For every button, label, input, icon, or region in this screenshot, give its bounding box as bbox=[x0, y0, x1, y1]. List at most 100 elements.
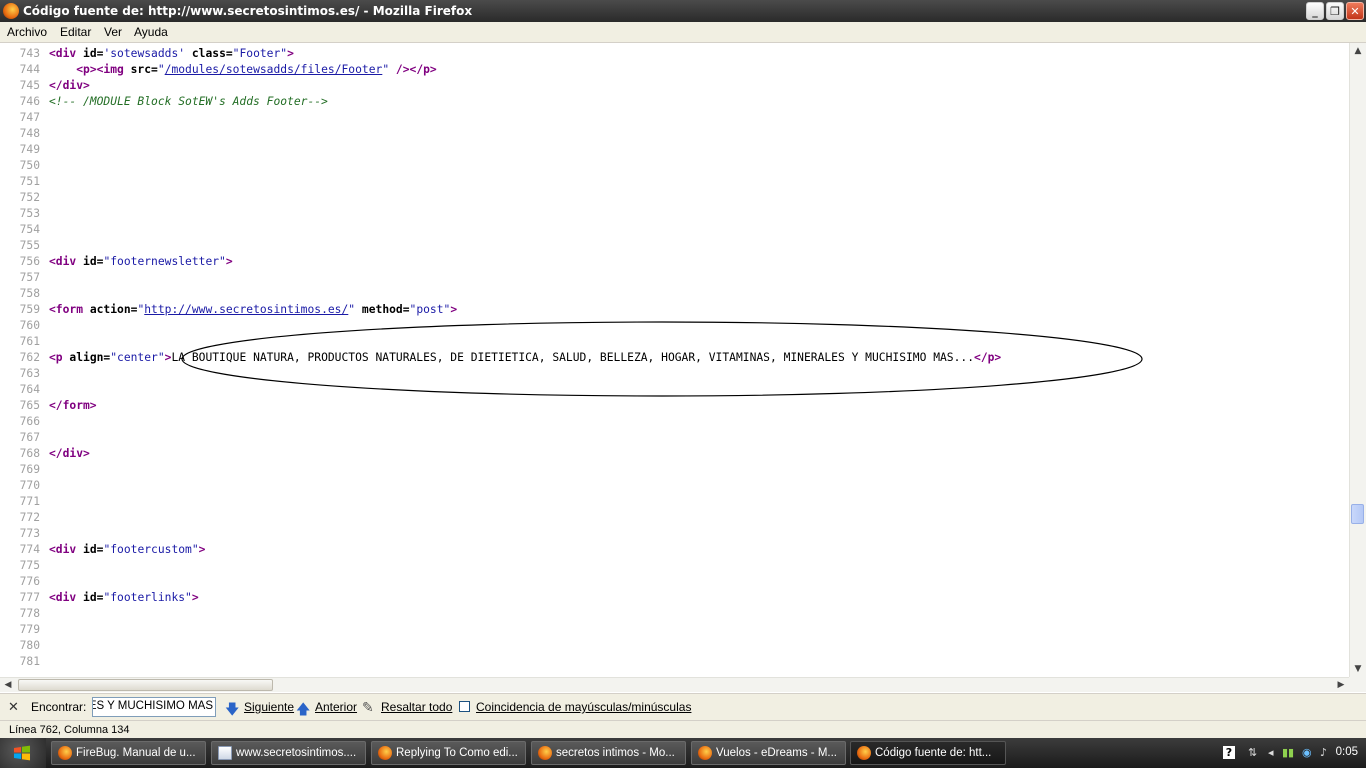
scroll-up-arrow-icon[interactable]: ▲ bbox=[1350, 43, 1366, 59]
start-button[interactable] bbox=[0, 738, 46, 768]
source-token: "footernewsletter" bbox=[103, 255, 226, 268]
line-number: 747 bbox=[19, 111, 40, 124]
taskbar-item-label: Vuelos - eDreams - M... bbox=[716, 747, 837, 759]
line-number: 744 bbox=[19, 63, 40, 76]
find-close-icon[interactable]: ✕ bbox=[8, 699, 19, 715]
line-number: 780 bbox=[19, 639, 40, 652]
connection-icon[interactable]: ◉ bbox=[1302, 746, 1312, 759]
find-input[interactable]: ALES Y MUCHISIMO MAS bbox=[92, 697, 216, 717]
source-line: 772 bbox=[0, 510, 1340, 526]
close-button[interactable]: ✕ bbox=[1346, 2, 1364, 20]
line-number: 762 bbox=[19, 351, 40, 364]
source-token: > bbox=[198, 543, 206, 556]
title-bar[interactable]: Código fuente de: http://www.secretosint… bbox=[0, 0, 1366, 22]
status-bar: Línea 762, Columna 134 bbox=[0, 720, 1366, 739]
source-line: 758 bbox=[0, 286, 1340, 302]
firefox-icon bbox=[3, 3, 19, 19]
source-link[interactable]: http://www.secretosintimos.es/ bbox=[144, 303, 348, 316]
source-token: > bbox=[191, 591, 199, 604]
source-line: 770 bbox=[0, 478, 1340, 494]
source-token: </div> bbox=[49, 79, 90, 92]
find-previous-button[interactable]: Anterior bbox=[315, 700, 357, 714]
taskbar-item[interactable]: Replying To Como edi... bbox=[371, 741, 526, 765]
source-line: 762 <p align="center">LA BOUTIQUE NATURA,… bbox=[0, 350, 1340, 366]
line-number: 766 bbox=[19, 415, 40, 428]
line-number: 767 bbox=[19, 431, 40, 444]
source-token: > bbox=[225, 255, 233, 268]
match-case-label[interactable]: Coincidencia de mayúsculas/minúsculas bbox=[476, 700, 691, 714]
menu-ver[interactable]: Ver bbox=[104, 25, 122, 39]
line-number: 745 bbox=[19, 79, 40, 92]
source-link[interactable]: /modules/sotewsadds/files/Footer bbox=[165, 63, 383, 76]
minimize-button[interactable]: _ bbox=[1306, 2, 1324, 20]
volume-icon[interactable]: ♪ bbox=[1320, 746, 1327, 759]
tray-arrow-icon[interactable]: ⇅ bbox=[1248, 746, 1257, 759]
source-token: id= bbox=[76, 255, 104, 268]
taskbar-item[interactable]: FireBug. Manual de u... bbox=[51, 741, 206, 765]
source-token: 'sotewsadds' bbox=[103, 47, 186, 60]
source-token: action= bbox=[83, 303, 138, 316]
line-number: 776 bbox=[19, 575, 40, 588]
find-next-button[interactable]: Siguiente bbox=[244, 700, 294, 714]
source-line: 778 bbox=[0, 606, 1340, 622]
find-next-label: Siguiente bbox=[244, 700, 295, 714]
source-token: <!-- /MODULE Block SotEW's Adds Footer--… bbox=[49, 95, 328, 108]
scroll-down-arrow-icon[interactable]: ▼ bbox=[1350, 661, 1366, 677]
find-label: Encontrar: bbox=[31, 700, 87, 714]
menu-archivo[interactable]: Archivo bbox=[7, 25, 47, 39]
taskbar-item[interactable]: www.secretosintimos.... bbox=[211, 741, 366, 765]
source-token: <div bbox=[49, 255, 77, 268]
line-number: 763 bbox=[19, 367, 40, 380]
taskbar-item-label: Replying To Como edi... bbox=[396, 747, 518, 759]
taskbar: FireBug. Manual de u... www.secretosintim… bbox=[0, 738, 1366, 768]
menu-editar[interactable]: Editar bbox=[60, 25, 91, 39]
help-icon[interactable]: ? bbox=[1223, 746, 1235, 759]
firefox-icon bbox=[538, 746, 552, 760]
tray-expand-icon[interactable]: ◂ bbox=[1268, 746, 1274, 759]
network-icon[interactable]: ▮▮ bbox=[1282, 746, 1294, 759]
source-token: "Footer" bbox=[232, 47, 288, 60]
highlighter-icon[interactable]: ✎ bbox=[362, 699, 374, 716]
line-number: 779 bbox=[19, 623, 40, 636]
taskbar-item[interactable]: Vuelos - eDreams - M... bbox=[691, 741, 846, 765]
maximize-button[interactable]: ❐ bbox=[1326, 2, 1344, 20]
source-line: 776 bbox=[0, 574, 1340, 590]
line-number: 758 bbox=[19, 287, 40, 300]
highlight-all-button[interactable]: Resaltar todo bbox=[381, 700, 452, 714]
match-case-checkbox[interactable] bbox=[459, 701, 470, 712]
line-number: 768 bbox=[19, 447, 40, 460]
taskbar-item-label: secretos intimos - Mo... bbox=[556, 747, 675, 759]
line-number: 759 bbox=[19, 303, 40, 316]
scroll-left-arrow-icon[interactable]: ◀ bbox=[0, 678, 16, 692]
line-number: 754 bbox=[19, 223, 40, 236]
taskbar-item-label: www.secretosintimos.... bbox=[236, 747, 357, 759]
source-token: <form bbox=[49, 303, 84, 316]
source-line: 767 bbox=[0, 430, 1340, 446]
source-line: 745 </div> bbox=[0, 78, 1340, 94]
firefox-icon bbox=[378, 746, 392, 760]
vertical-scrollbar[interactable]: ▲ ▼ bbox=[1349, 43, 1366, 677]
taskbar-item[interactable]: Código fuente de: htt... bbox=[850, 741, 1006, 765]
source-line: 749 bbox=[0, 142, 1340, 158]
source-token: align= bbox=[62, 351, 111, 364]
taskbar-item[interactable]: secretos intimos - Mo... bbox=[531, 741, 686, 765]
source-line: 755 bbox=[0, 238, 1340, 254]
menu-ayuda[interactable]: Ayuda bbox=[134, 25, 168, 39]
horizontal-scroll-thumb[interactable] bbox=[18, 679, 273, 691]
source-line: 763 bbox=[0, 366, 1340, 382]
taskbar-item-label: Código fuente de: htt... bbox=[875, 747, 992, 759]
clock: 0:05 bbox=[1335, 746, 1358, 758]
line-number: 764 bbox=[19, 383, 40, 396]
source-token: </p> bbox=[974, 351, 1002, 364]
source-token: LA BOUTIQUE NATURA, PRODUCTOS NATURALES,… bbox=[171, 351, 975, 364]
scroll-right-arrow-icon[interactable]: ▶ bbox=[1333, 678, 1349, 692]
source-line: 756 <div id="footernewsletter"> bbox=[0, 254, 1340, 270]
vertical-scroll-thumb[interactable] bbox=[1351, 504, 1364, 524]
source-view[interactable]: 743 <div id='sotewsadds' class="Footer"> 7… bbox=[0, 43, 1349, 677]
horizontal-scrollbar[interactable]: ◀ ▶ bbox=[0, 677, 1349, 692]
highlight-all-label: Resaltar todo bbox=[381, 700, 453, 714]
line-number: 775 bbox=[19, 559, 40, 572]
line-number: 752 bbox=[19, 191, 40, 204]
source-line: 779 bbox=[0, 622, 1340, 638]
line-number: 753 bbox=[19, 207, 40, 220]
